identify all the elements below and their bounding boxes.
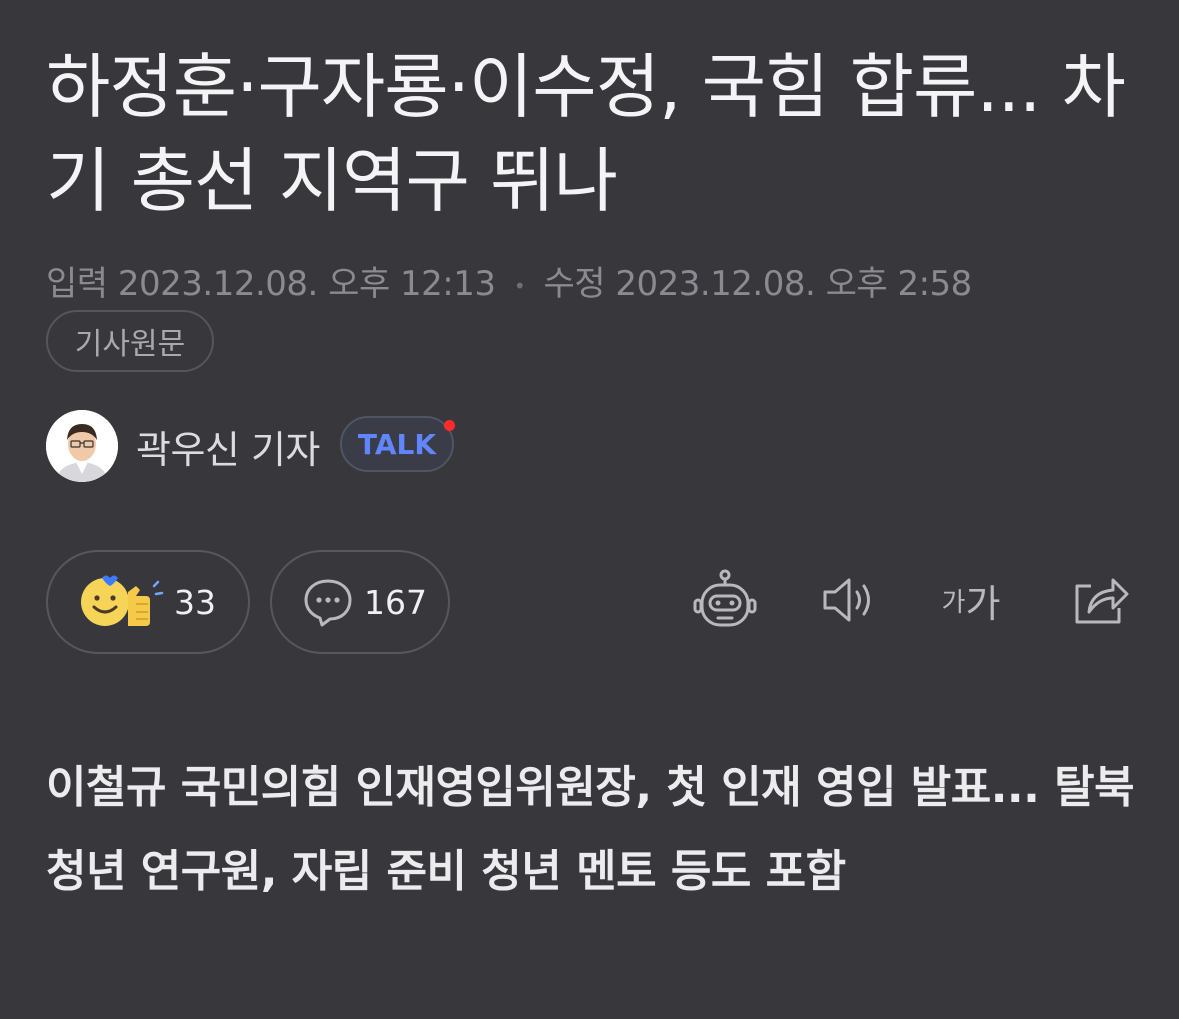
reporter-name[interactable]: 곽우신 기자 bbox=[136, 419, 320, 474]
modified-label: 수정 bbox=[543, 264, 605, 304]
robot-icon bbox=[693, 569, 757, 627]
modified-time: 2023.12.08. 오후 2:58 bbox=[615, 264, 972, 304]
font-small-glyph: 가 bbox=[941, 587, 966, 618]
article-title: 하정훈·구자룡·이수정, 국힘 합류... 차기 총선 지역구 뛰나 bbox=[46, 46, 1126, 222]
comment-bubble-icon bbox=[304, 579, 352, 627]
reaction-button[interactable]: 33 bbox=[46, 550, 250, 654]
like-count: 33 bbox=[174, 582, 216, 622]
text-to-speech-button[interactable] bbox=[814, 568, 884, 632]
talk-label: TALK bbox=[357, 427, 437, 461]
share-icon bbox=[1075, 578, 1129, 624]
reaction-emoji-icon bbox=[81, 575, 164, 626]
reporter-info[interactable]: 곽우신 기자 bbox=[46, 410, 320, 482]
article-lead: 이철규 국민의힘 인재영입위원장, 첫 인재 영입 발표... 탈북 청년 연구… bbox=[46, 762, 1135, 897]
share-button[interactable] bbox=[1064, 568, 1134, 632]
comment-button[interactable]: 167 bbox=[270, 550, 450, 654]
original-article-button[interactable]: 기사원문 bbox=[46, 310, 214, 372]
article-timestamps: 입력 2023.12.08. 오후 12:13 • 수정 2023.12.08.… bbox=[46, 256, 972, 305]
input-label: 입력 bbox=[46, 264, 108, 304]
speaker-icon bbox=[823, 578, 870, 622]
talk-button[interactable]: TALK bbox=[340, 416, 455, 472]
font-size-button[interactable]: 가가 bbox=[936, 568, 1006, 632]
avatar[interactable] bbox=[46, 410, 118, 482]
summary-bot-button[interactable] bbox=[690, 568, 760, 632]
input-time: 2023.12.08. 오후 12:13 bbox=[117, 264, 496, 304]
notification-dot bbox=[444, 420, 455, 431]
reporter-photo-icon bbox=[46, 410, 118, 482]
separator-dot: • bbox=[513, 273, 526, 298]
comment-count: 167 bbox=[364, 582, 427, 622]
font-large-glyph: 가 bbox=[965, 581, 1001, 626]
